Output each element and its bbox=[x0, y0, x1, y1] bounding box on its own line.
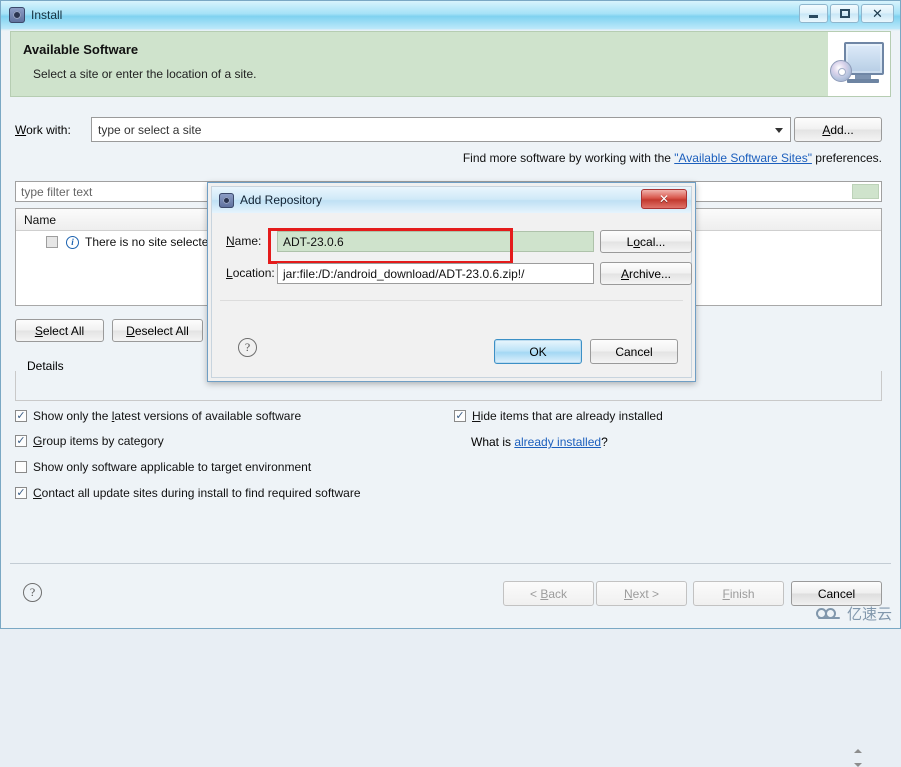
title-bar: Install ✕ bbox=[1, 1, 900, 29]
checkbox[interactable]: ✓ bbox=[15, 410, 27, 422]
banner-subtitle: Select a site or enter the location of a… bbox=[33, 67, 257, 81]
close-button[interactable]: ✕ bbox=[861, 4, 894, 23]
window-controls: ✕ bbox=[799, 4, 894, 23]
watermark-text: 亿速云 bbox=[846, 605, 892, 623]
checkbox[interactable]: ✓ bbox=[15, 487, 27, 499]
what-is-suffix: ? bbox=[601, 435, 608, 449]
window-frame: Install ✕ Available Software Select a si… bbox=[0, 0, 901, 767]
add-repository-dialog: Add Repository ✕ Name: ADT-23.0.6 Locati… bbox=[207, 182, 696, 382]
finish-button[interactable]: Finish bbox=[693, 581, 784, 606]
dialog-cancel-button[interactable]: Cancel bbox=[590, 339, 678, 364]
select-all-rest: elect All bbox=[42, 323, 85, 338]
name-value: ADT-23.0.6 bbox=[283, 234, 344, 249]
eclipse-gear-icon bbox=[9, 7, 25, 23]
wizard-banner: Available Software Select a site or ente… bbox=[10, 31, 891, 97]
add-site-button[interactable]: Add... bbox=[794, 117, 882, 142]
close-icon: ✕ bbox=[658, 192, 670, 206]
what-is-already-installed: What is already installed? bbox=[471, 435, 608, 449]
back-button[interactable]: < Back bbox=[503, 581, 594, 606]
deselect-all-button[interactable]: Deselect All bbox=[112, 319, 203, 342]
option-show-latest-versions[interactable]: ✓ Show only the latest versions of avail… bbox=[15, 409, 301, 423]
dialog-title-bar: Add Repository ✕ bbox=[212, 187, 691, 213]
footer-divider bbox=[10, 563, 891, 564]
name-label: Name: bbox=[226, 234, 262, 248]
checkbox[interactable]: ✓ bbox=[15, 435, 27, 447]
work-with-combo[interactable]: type or select a site bbox=[91, 117, 791, 142]
select-all-button[interactable]: Select All bbox=[15, 319, 104, 342]
option-label: Contact all update sites during install … bbox=[33, 486, 361, 500]
deselect-all-rest: eselect All bbox=[134, 323, 189, 338]
minimize-button[interactable] bbox=[799, 4, 828, 23]
window-title: Install bbox=[31, 8, 63, 22]
column-name: Name bbox=[24, 212, 57, 227]
option-label: Show only the latest versions of availab… bbox=[33, 409, 302, 423]
option-contact-all-update-sites[interactable]: ✓ Contact all update sites during instal… bbox=[15, 486, 361, 500]
monitor-cd-icon bbox=[828, 32, 890, 96]
dialog-title: Add Repository bbox=[240, 193, 323, 207]
dialog-divider bbox=[220, 300, 683, 301]
option-label: Group items by category bbox=[33, 434, 164, 448]
what-is-prefix: What is bbox=[471, 435, 515, 449]
info-icon: i bbox=[66, 235, 79, 249]
details-scroll-arrows[interactable] bbox=[853, 749, 863, 767]
details-label: Details bbox=[23, 359, 68, 373]
chevron-down-icon bbox=[775, 128, 783, 133]
watermark: 亿速云 bbox=[815, 603, 892, 624]
next-button[interactable]: Next > bbox=[596, 581, 687, 606]
dialog-help-icon[interactable]: ? bbox=[238, 338, 257, 357]
option-group-by-category[interactable]: ✓ Group items by category bbox=[15, 434, 164, 448]
cloud-eyes-logo-icon bbox=[815, 606, 842, 621]
location-value: jar:file:/D:/android_download/ADT-23.0.6… bbox=[283, 266, 525, 281]
banner-title: Available Software bbox=[23, 42, 139, 57]
work-with-label: Work with: bbox=[15, 123, 71, 137]
ok-button[interactable]: OK bbox=[494, 339, 582, 364]
name-input[interactable]: ADT-23.0.6 bbox=[277, 231, 594, 252]
help-icon[interactable]: ? bbox=[23, 583, 42, 602]
dialog-body: Add Repository ✕ Name: ADT-23.0.6 Locati… bbox=[211, 186, 692, 378]
already-installed-link[interactable]: already installed bbox=[514, 435, 601, 449]
work-with-label-rest: ork with: bbox=[26, 123, 71, 137]
location-input[interactable]: jar:file:/D:/android_download/ADT-23.0.6… bbox=[277, 263, 594, 284]
available-software-sites-link[interactable]: "Available Software Sites" bbox=[674, 151, 812, 165]
option-applicable-to-target[interactable]: Show only software applicable to target … bbox=[15, 460, 311, 474]
archive-button[interactable]: Archive... bbox=[600, 262, 692, 285]
local-button[interactable]: Local... bbox=[600, 230, 692, 253]
checkbox[interactable] bbox=[15, 461, 27, 473]
checkbox[interactable]: ✓ bbox=[454, 410, 466, 422]
add-button-rest: dd... bbox=[830, 122, 854, 137]
row-label: There is no site selected bbox=[85, 235, 216, 249]
eclipse-gear-icon bbox=[219, 192, 234, 208]
filter-placeholder: type filter text bbox=[21, 184, 93, 199]
dialog-close-button[interactable]: ✕ bbox=[641, 189, 687, 209]
option-hide-installed[interactable]: ✓ Hide items that are already installed bbox=[454, 409, 663, 423]
work-with-value: type or select a site bbox=[98, 122, 202, 137]
close-icon: ✕ bbox=[872, 6, 883, 21]
maximize-button[interactable] bbox=[830, 4, 859, 23]
row-checkbox[interactable] bbox=[46, 236, 58, 248]
find-more-prefix: Find more software by working with the bbox=[462, 151, 675, 165]
option-label: Show only software applicable to target … bbox=[33, 460, 312, 474]
location-label: Location: bbox=[226, 266, 275, 280]
option-label: Hide items that are already installed bbox=[472, 409, 663, 423]
install-wizard-window: Install ✕ Available Software Select a si… bbox=[0, 0, 901, 767]
filter-clear-button[interactable] bbox=[852, 184, 879, 199]
find-more-text: Find more software by working with the "… bbox=[463, 151, 882, 165]
find-more-suffix: preferences. bbox=[811, 151, 882, 165]
